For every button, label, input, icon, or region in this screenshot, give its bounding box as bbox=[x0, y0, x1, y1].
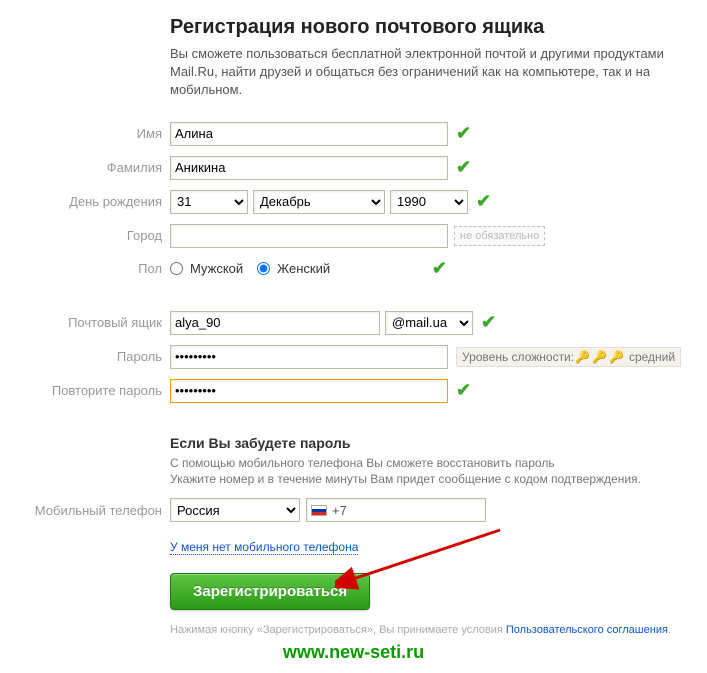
forgot-heading: Если Вы забудете пароль bbox=[170, 435, 687, 451]
no-phone-link[interactable]: У меня нет мобильного телефона bbox=[170, 540, 358, 555]
key-icon: 🔑 bbox=[592, 350, 607, 364]
city-input[interactable] bbox=[170, 224, 448, 248]
password-strength-label: Уровень сложности: bbox=[462, 350, 574, 364]
mailbox-domain-select[interactable]: @mail.ua bbox=[385, 311, 473, 335]
check-icon: ✔ bbox=[456, 157, 471, 178]
label-repassword: Повторите пароль bbox=[20, 383, 170, 398]
label-birthday: День рождения bbox=[20, 194, 170, 209]
label-firstname: Имя bbox=[20, 126, 170, 141]
optional-badge: не обязательно bbox=[454, 226, 545, 246]
password-input[interactable] bbox=[170, 345, 448, 369]
birth-day-select[interactable]: 31 bbox=[170, 190, 248, 214]
check-icon: ✔ bbox=[476, 191, 491, 212]
terms-footnote: Нажимая кнопку «Зарегистрироваться», Вы … bbox=[170, 624, 687, 636]
page-title: Регистрация нового почтового ящика bbox=[170, 16, 687, 39]
register-button[interactable]: Зарегистрироваться bbox=[170, 573, 370, 610]
repassword-input[interactable] bbox=[170, 379, 448, 403]
birth-month-select[interactable]: Декабрь bbox=[253, 190, 385, 214]
check-icon: ✔ bbox=[456, 123, 471, 144]
check-icon: ✔ bbox=[456, 380, 471, 401]
key-icon: 🔑 bbox=[609, 350, 624, 364]
check-icon: ✔ bbox=[432, 258, 447, 279]
label-city: Город bbox=[20, 228, 170, 243]
mailbox-user-input[interactable] bbox=[170, 311, 380, 335]
label-password: Пароль bbox=[20, 349, 170, 364]
label-lastname: Фамилия bbox=[20, 160, 170, 175]
gender-female-radio[interactable] bbox=[257, 262, 270, 275]
firstname-input[interactable] bbox=[170, 122, 448, 146]
terms-link[interactable]: Пользовательского соглашения bbox=[506, 624, 668, 636]
label-mailbox: Почтовый ящик bbox=[20, 315, 170, 330]
lastname-input[interactable] bbox=[170, 156, 448, 180]
gender-female-label: Женский bbox=[277, 261, 330, 276]
page-subtitle: Вы сможете пользоваться бесплатной элект… bbox=[170, 45, 687, 100]
key-icon: 🔑 bbox=[575, 350, 590, 364]
watermark: www.new-seti.ru bbox=[20, 642, 687, 663]
phone-prefix: +7 bbox=[332, 503, 347, 518]
label-mobile: Мобильный телефон bbox=[20, 503, 170, 518]
gender-male-label: Мужской bbox=[190, 261, 243, 276]
birth-year-select[interactable]: 1990 bbox=[390, 190, 468, 214]
phone-input[interactable]: +7 bbox=[306, 498, 486, 522]
flag-ru-icon bbox=[311, 505, 327, 516]
forgot-text: С помощью мобильного телефона Вы сможете… bbox=[170, 455, 687, 489]
password-strength-value: средний bbox=[629, 350, 675, 364]
gender-radiogroup: Мужской Женский bbox=[170, 261, 340, 276]
password-strength-meter: Уровень сложности: 🔑 🔑 🔑 средний bbox=[456, 347, 681, 367]
gender-male-radio[interactable] bbox=[170, 262, 183, 275]
check-icon: ✔ bbox=[481, 312, 496, 333]
phone-country-select[interactable]: Россия bbox=[170, 498, 300, 522]
label-gender: Пол bbox=[20, 261, 170, 276]
